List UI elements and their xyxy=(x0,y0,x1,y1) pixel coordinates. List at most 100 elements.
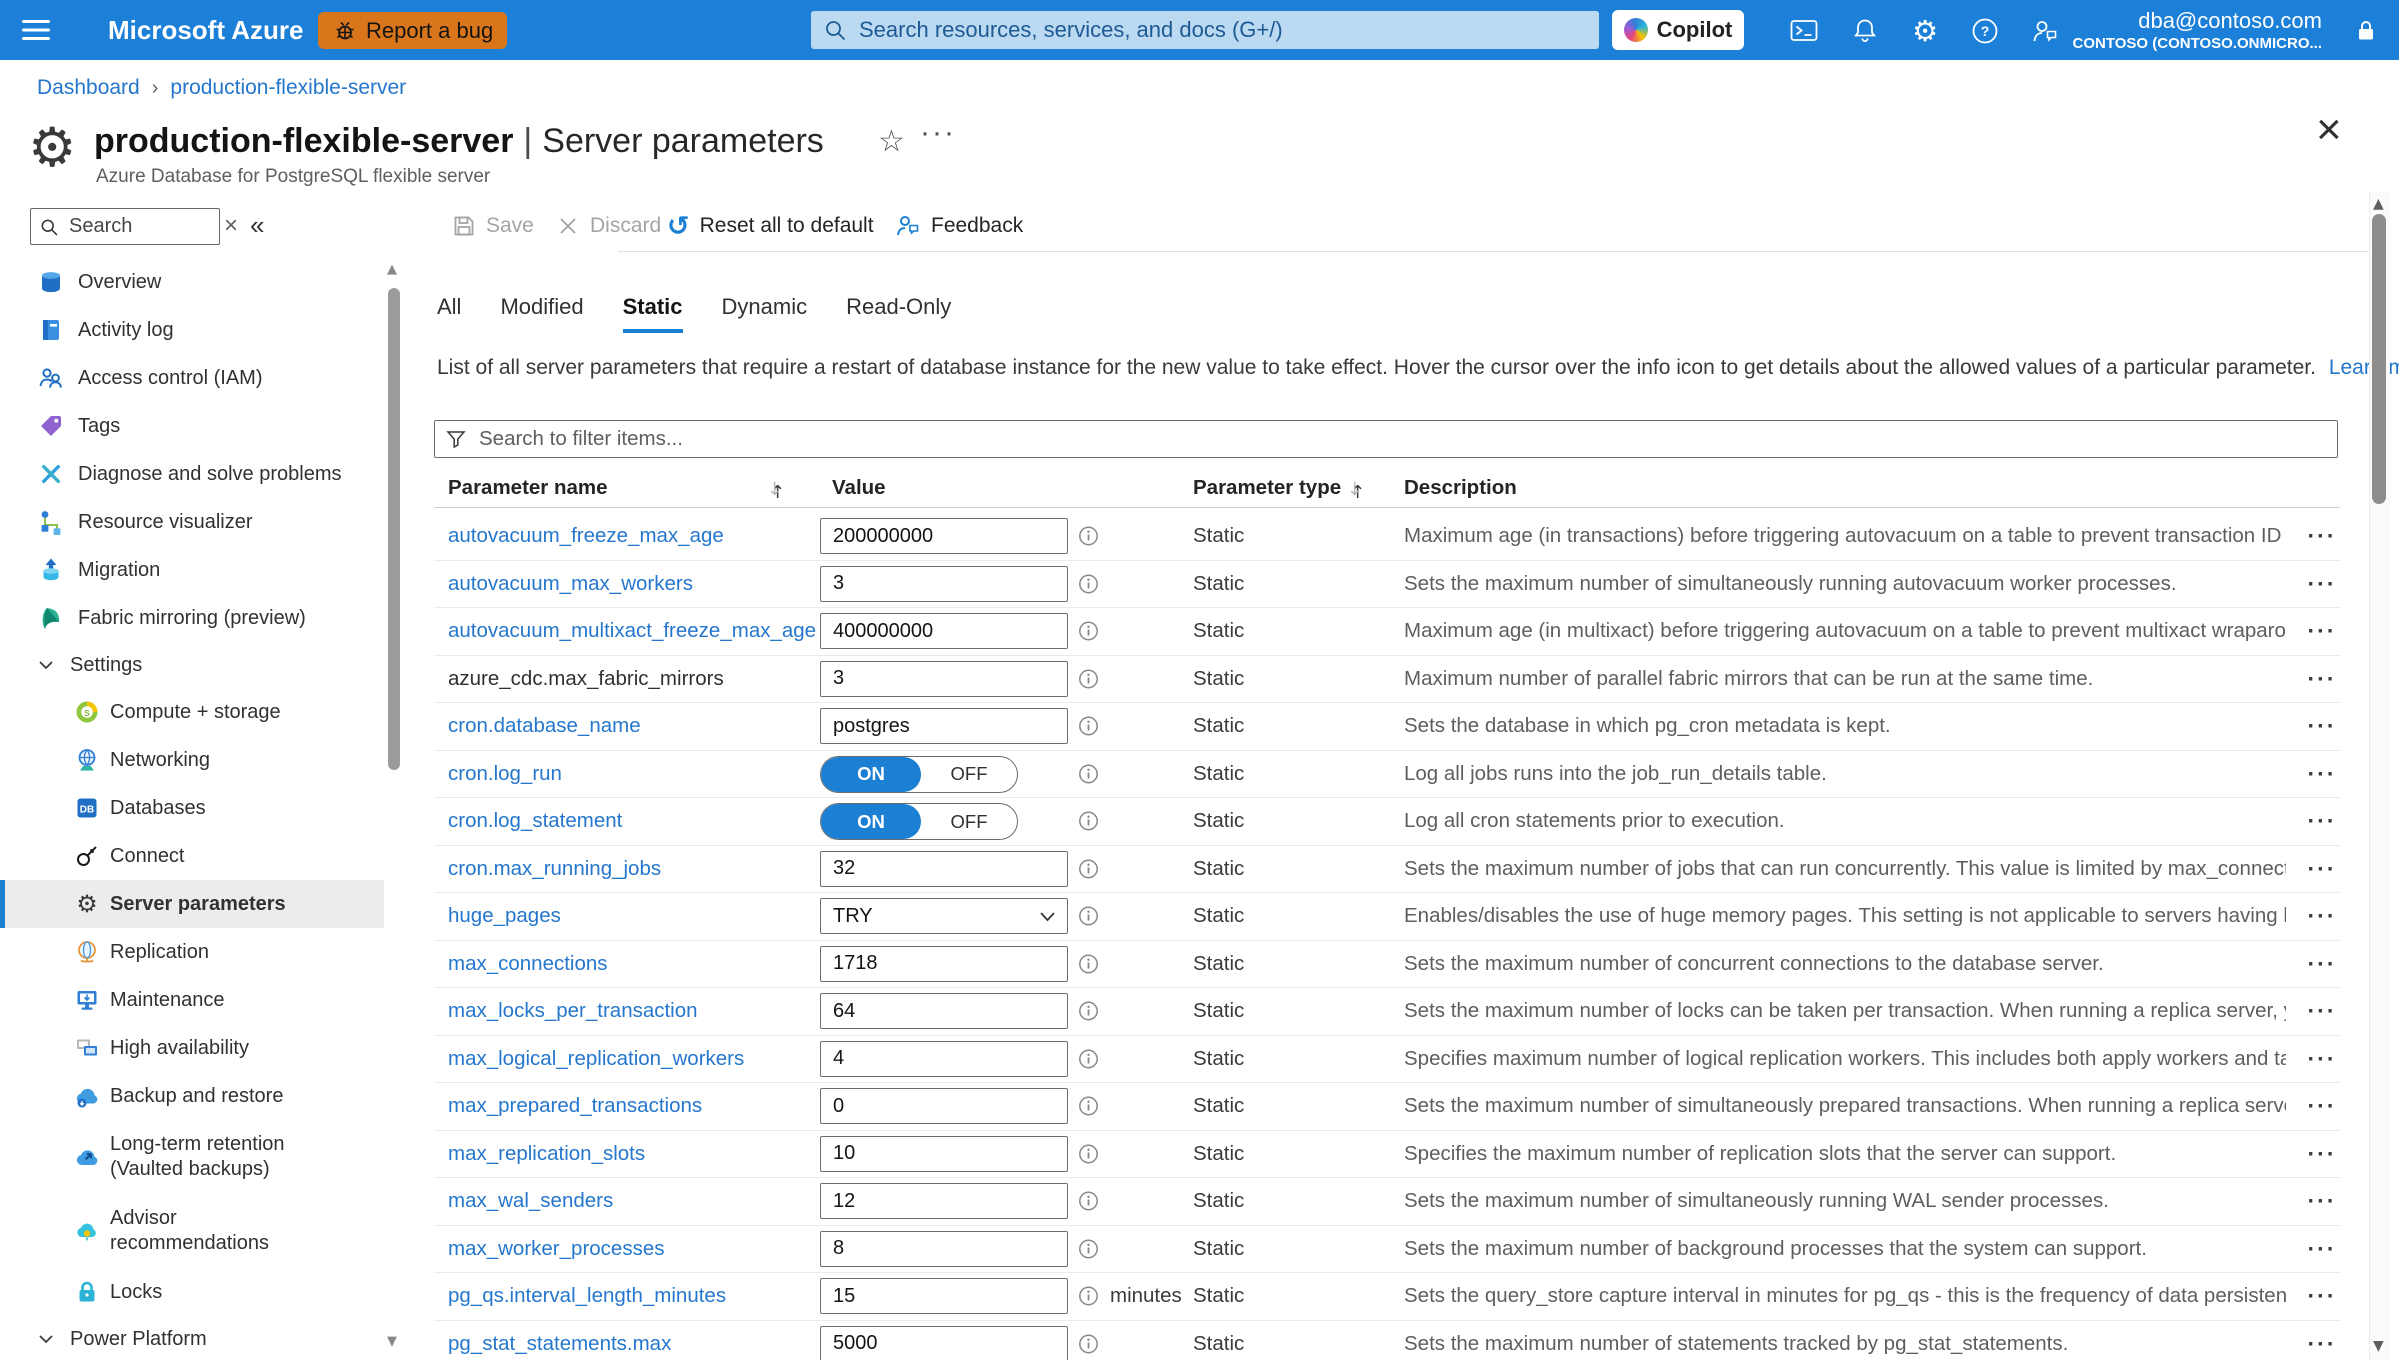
tab-dynamic[interactable]: Dynamic xyxy=(722,294,808,333)
info-icon[interactable] xyxy=(1078,1191,1099,1212)
toggle-on-segment[interactable]: ON xyxy=(821,756,921,792)
cloud-shell-icon[interactable] xyxy=(1787,14,1821,48)
row-actions-button[interactable]: ··· xyxy=(2300,570,2344,597)
sidebar-item-tags[interactable]: Tags xyxy=(0,402,384,450)
value-input[interactable] xyxy=(820,850,1068,887)
global-search-input[interactable] xyxy=(857,16,1587,44)
parameter-name-link[interactable]: max_prepared_transactions xyxy=(448,1094,702,1118)
info-icon[interactable] xyxy=(1078,1048,1099,1069)
row-actions-button[interactable]: ··· xyxy=(2300,855,2344,882)
sidebar-item-replication[interactable]: Replication xyxy=(0,928,384,976)
info-icon[interactable] xyxy=(1078,1286,1099,1307)
tab-read-only[interactable]: Read-Only xyxy=(846,294,951,333)
parameter-name-link[interactable]: max_replication_slots xyxy=(448,1142,645,1166)
info-icon[interactable] xyxy=(1078,858,1099,879)
parameter-name-link[interactable]: cron.database_name xyxy=(448,714,641,738)
sidebar-item-access-control-iam[interactable]: Access control (IAM) xyxy=(0,354,384,402)
parameter-name-link[interactable]: cron.log_statement xyxy=(448,809,622,833)
value-input[interactable] xyxy=(820,1230,1068,1267)
info-icon[interactable] xyxy=(1078,716,1099,737)
info-icon[interactable] xyxy=(1078,1001,1099,1022)
sidebar-item-long-term-retention[interactable]: Long-term retention (Vaulted backups) xyxy=(0,1120,384,1194)
row-actions-button[interactable]: ··· xyxy=(2300,1235,2344,1262)
parameter-name-link[interactable]: autovacuum_max_workers xyxy=(448,572,693,596)
row-actions-button[interactable]: ··· xyxy=(2300,618,2344,645)
info-icon[interactable] xyxy=(1078,573,1099,594)
value-input[interactable] xyxy=(820,1135,1068,1172)
parameter-name-link[interactable]: autovacuum_multixact_freeze_max_age xyxy=(448,619,816,643)
row-actions-button[interactable]: ··· xyxy=(2300,713,2344,740)
value-input[interactable] xyxy=(820,1278,1068,1314)
sidebar-search-input[interactable] xyxy=(67,214,211,239)
sidebar-scroll-up-icon[interactable]: ▲ xyxy=(387,262,397,277)
row-actions-button[interactable]: ··· xyxy=(2300,998,2344,1025)
value-input[interactable] xyxy=(820,945,1068,982)
breadcrumb-server-link[interactable]: production-flexible-server xyxy=(170,76,406,99)
info-icon[interactable] xyxy=(1078,668,1099,689)
sidebar-item-migration[interactable]: Migration xyxy=(0,546,384,594)
value-input[interactable] xyxy=(820,660,1068,697)
sidebar-item-fabric-mirroring-preview[interactable]: Fabric mirroring (preview) xyxy=(0,594,384,642)
info-icon[interactable] xyxy=(1078,1333,1099,1354)
value-toggle[interactable]: ON OFF xyxy=(820,803,1018,840)
sidebar-item-server-parameters[interactable]: ⚙ Server parameters xyxy=(0,880,384,928)
parameter-name-link[interactable]: max_locks_per_transaction xyxy=(448,999,698,1023)
sidebar-item-high-availability[interactable]: High availability xyxy=(0,1024,384,1072)
info-icon[interactable] xyxy=(1078,1143,1099,1164)
column-parameter-name[interactable]: Parameter name xyxy=(448,476,608,500)
value-toggle[interactable]: ON OFF xyxy=(820,755,1018,793)
parameter-name-link[interactable]: autovacuum_freeze_max_age xyxy=(448,524,724,548)
tab-all[interactable]: All xyxy=(437,294,461,333)
parameter-name-link[interactable]: cron.max_running_jobs xyxy=(448,857,661,881)
hamburger-menu-icon[interactable] xyxy=(20,15,52,45)
sort-icon[interactable]: ↑ ↓ xyxy=(1347,476,1365,503)
row-actions-button[interactable]: ··· xyxy=(2300,903,2344,930)
info-icon[interactable] xyxy=(1078,621,1099,642)
row-actions-button[interactable]: ··· xyxy=(2300,808,2344,835)
sidebar-item-resource-visualizer[interactable]: Resource visualizer xyxy=(0,498,384,546)
discard-button[interactable]: Discard xyxy=(556,206,661,246)
settings-gear-icon[interactable]: ⚙ xyxy=(1908,14,1942,48)
parameter-name-link[interactable]: pg_stat_statements.max xyxy=(448,1332,671,1356)
sidebar-item-maintenance[interactable]: Maintenance xyxy=(0,976,384,1024)
value-input[interactable] xyxy=(820,1040,1068,1077)
sidebar-item-advisor[interactable]: Advisor recommendations xyxy=(0,1194,384,1268)
parameter-name-link[interactable]: pg_qs.interval_length_minutes xyxy=(448,1284,726,1308)
info-icon[interactable] xyxy=(1078,1238,1099,1259)
info-icon[interactable] xyxy=(1078,811,1099,832)
value-input[interactable] xyxy=(820,708,1068,744)
filter-input[interactable] xyxy=(477,426,2327,452)
row-actions-button[interactable]: ··· xyxy=(2300,1093,2344,1120)
toggle-off-segment[interactable]: OFF xyxy=(921,757,1017,792)
sidebar-group-power-platform[interactable]: Power Platform xyxy=(0,1316,384,1360)
account-menu[interactable]: dba@contoso.com CONTOSO (CONTOSO.ONMICRO… xyxy=(2073,8,2322,53)
parameter-name-link[interactable]: huge_pages xyxy=(448,904,561,928)
feedback-button[interactable]: Feedback xyxy=(895,206,1023,246)
parameter-name-link[interactable]: max_wal_senders xyxy=(448,1189,613,1213)
value-input[interactable] xyxy=(820,613,1068,649)
sidebar-item-connect[interactable]: Connect xyxy=(0,832,384,880)
sidebar-scrollbar-thumb[interactable] xyxy=(388,288,400,770)
value-input[interactable] xyxy=(820,993,1068,1029)
parameter-name-link[interactable]: cron.log_run xyxy=(448,762,562,786)
value-input[interactable] xyxy=(820,1088,1068,1124)
value-input[interactable] xyxy=(820,518,1068,554)
user-feedback-icon[interactable] xyxy=(2028,14,2062,48)
value-dropdown[interactable]: TRY xyxy=(820,898,1068,934)
sidebar-item-diagnose-and-solve-problems[interactable]: Diagnose and solve problems xyxy=(0,450,384,498)
sidebar-item-compute-storage[interactable]: s Compute + storage xyxy=(0,688,384,736)
row-actions-button[interactable]: ··· xyxy=(2300,1283,2344,1310)
info-icon[interactable] xyxy=(1078,1096,1099,1117)
parameter-name-link[interactable]: max_logical_replication_workers xyxy=(448,1047,744,1071)
column-parameter-type[interactable]: Parameter type xyxy=(1193,476,1341,500)
info-icon[interactable] xyxy=(1078,526,1099,547)
parameter-name-link[interactable]: max_connections xyxy=(448,952,608,976)
sidebar-item-networking[interactable]: Networking xyxy=(0,736,384,784)
parameter-name-link[interactable]: max_worker_processes xyxy=(448,1237,664,1261)
value-input[interactable] xyxy=(820,1183,1068,1219)
sidebar-item-overview[interactable]: Overview xyxy=(0,258,384,306)
tab-modified[interactable]: Modified xyxy=(500,294,583,333)
sort-icon[interactable]: ↑ ↓ xyxy=(767,476,785,503)
app-title[interactable]: Microsoft Azure xyxy=(108,0,304,60)
row-actions-button[interactable]: ··· xyxy=(2300,1330,2344,1357)
